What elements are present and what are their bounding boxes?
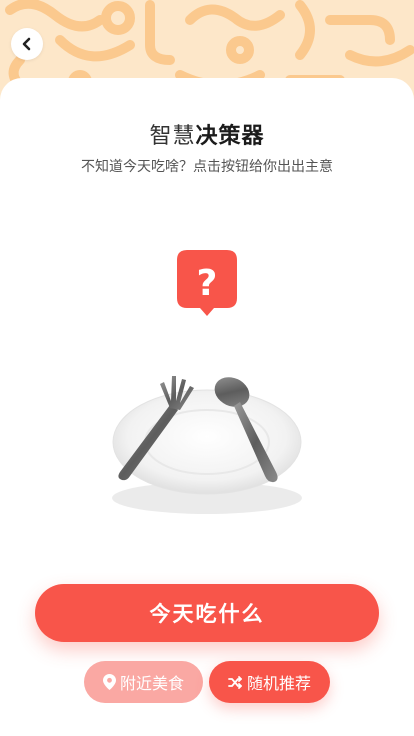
chevron-left-icon [22,37,31,51]
question-mark: ? [197,263,218,304]
page-title: 智慧决策器 [0,118,414,150]
random-recommend-button[interactable]: 随机推荐 [209,661,330,703]
plate-illustration [112,376,302,514]
title-bold: 决策器 [195,124,265,149]
random-recommend-label: 随机推荐 [246,674,311,693]
title-light: 智慧 [149,124,196,149]
page-subtitle: 不知道今天吃啥？点击按钮给你出出主意 [81,159,333,175]
question-bubble-icon: ? [177,250,237,316]
nearby-food-label: 附近美食 [119,674,184,693]
back-button[interactable] [11,28,43,60]
nearby-food-button[interactable]: 附近美食 [84,661,203,703]
what-to-eat-button[interactable]: 今天吃什么 [35,584,379,642]
location-pin-icon [102,674,116,690]
shuffle-icon [228,675,242,689]
